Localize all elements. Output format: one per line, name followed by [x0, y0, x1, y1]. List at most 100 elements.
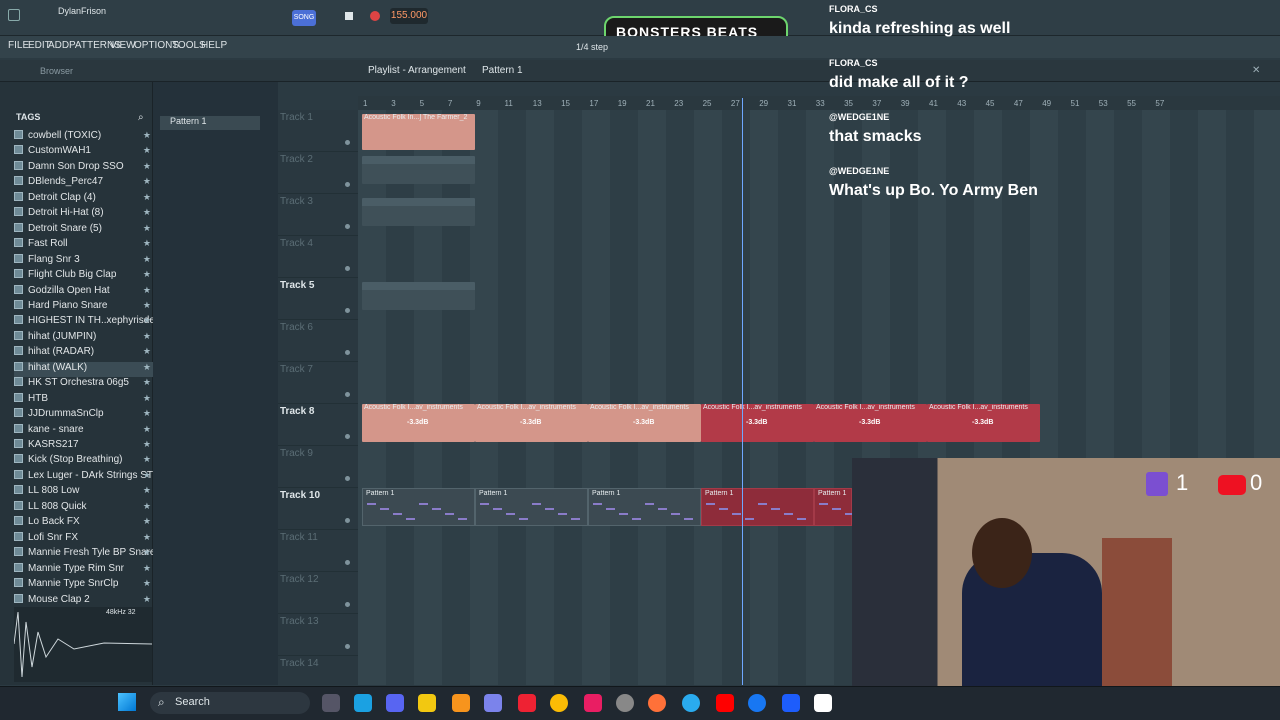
star-icon[interactable]: ★	[143, 285, 151, 296]
clip-track8[interactable]: Acoustic Folk I...av_instruments -3.3dB	[701, 404, 814, 442]
browser-item[interactable]: Mannie Fresh Tyle BP Snare ★	[14, 547, 154, 562]
star-icon[interactable]: ★	[143, 454, 151, 465]
clip-track5[interactable]: Acoustic Folk In...r_2.wav_vocals	[362, 282, 475, 310]
track-header[interactable]: Track 11	[278, 530, 358, 572]
chrome-icon[interactable]	[550, 694, 568, 712]
browser-item[interactable]: Fast Roll ★	[14, 238, 154, 253]
star-icon[interactable]: ★	[143, 393, 151, 404]
star-icon[interactable]: ★	[143, 408, 151, 419]
mute-led-icon[interactable]	[345, 476, 350, 481]
clip-track8[interactable]: Acoustic Folk I...av_instruments -3.3dB	[588, 404, 701, 442]
browser-item[interactable]: LL 808 Quick ★	[14, 500, 154, 516]
star-icon[interactable]: ★	[143, 207, 151, 218]
track-header[interactable]: Track 9	[278, 446, 358, 488]
fl-studio-icon[interactable]	[452, 694, 470, 712]
taskbar-search[interactable]: ⌕ Search	[150, 692, 310, 714]
track-header[interactable]: Track 3	[278, 194, 358, 236]
browser-item[interactable]: Detroit Hi-Hat (8) ★	[14, 207, 154, 222]
track-header[interactable]: Track 5	[278, 278, 358, 320]
browser-item[interactable]: Detroit Snare (5) ★	[14, 222, 154, 238]
mute-led-icon[interactable]	[345, 266, 350, 271]
browser-item[interactable]: Lo Back FX ★	[14, 516, 154, 531]
star-icon[interactable]: ★	[143, 176, 151, 187]
telegram-icon[interactable]	[682, 694, 700, 712]
app-icon[interactable]	[518, 694, 536, 712]
star-icon[interactable]: ★	[143, 501, 151, 512]
browser-item[interactable]: LL 808 Low ★	[14, 485, 154, 500]
menu-help[interactable]: HELP	[201, 40, 227, 51]
mute-led-icon[interactable]	[345, 518, 350, 523]
task-view-icon[interactable]	[322, 694, 340, 712]
star-icon[interactable]: ★	[143, 516, 151, 527]
capcut-icon[interactable]	[814, 694, 832, 712]
mute-led-icon[interactable]	[345, 392, 350, 397]
browser-item[interactable]: Mannie Type SnrClp ★	[14, 578, 154, 593]
clip-track10[interactable]: Pattern 1	[362, 488, 475, 526]
star-icon[interactable]: ★	[143, 346, 151, 357]
star-icon[interactable]: ★	[143, 130, 151, 141]
track-header[interactable]: Track 12	[278, 572, 358, 614]
star-icon[interactable]: ★	[143, 192, 151, 203]
browser-item[interactable]: HTB ★	[14, 392, 154, 408]
star-icon[interactable]: ★	[143, 161, 151, 172]
mute-led-icon[interactable]	[345, 224, 350, 229]
star-icon[interactable]: ★	[143, 362, 151, 373]
clip-track8[interactable]: Acoustic Folk I...av_instruments -3.3dB	[927, 404, 1040, 442]
tempo-display[interactable]: 155.000	[390, 8, 428, 24]
browser-item[interactable]: kane - snare ★	[14, 423, 154, 439]
browser-item[interactable]: cowbell (TOXIC) ★	[14, 130, 154, 145]
track-header[interactable]: Track 8	[278, 404, 358, 446]
menu-add[interactable]: ADD	[48, 40, 69, 51]
star-icon[interactable]: ★	[143, 331, 151, 342]
discord-icon[interactable]	[386, 694, 404, 712]
folder-icon[interactable]	[418, 694, 436, 712]
star-icon[interactable]: ★	[143, 254, 151, 265]
mute-led-icon[interactable]	[345, 182, 350, 187]
facebook-icon[interactable]	[748, 694, 766, 712]
edge-icon[interactable]	[354, 694, 372, 712]
star-icon[interactable]: ★	[143, 315, 151, 326]
clip-track8[interactable]: Acoustic Folk I...av_instruments -3.3dB	[475, 404, 588, 442]
browser-item[interactable]: Lex Luger - DArk Strings STC ★	[14, 469, 154, 485]
browser-item[interactable]: Detroit Clap (4) ★	[14, 191, 154, 207]
star-icon[interactable]: ★	[143, 238, 151, 249]
browser-item[interactable]: hihat (RADAR) ★	[14, 346, 154, 361]
mute-led-icon[interactable]	[345, 140, 350, 145]
star-icon[interactable]: ★	[143, 439, 151, 450]
star-icon[interactable]: ★	[143, 485, 151, 496]
app-icon-2[interactable]	[584, 694, 602, 712]
track-header[interactable]: Track 4	[278, 236, 358, 278]
star-icon[interactable]: ★	[143, 547, 151, 558]
clip-track10[interactable]: Pattern 1	[814, 488, 919, 526]
browser-item[interactable]: Godzilla Open Hat ★	[14, 284, 154, 300]
clip-track1[interactable]: Acoustic Folk In...] The Farmer_2	[362, 114, 475, 150]
snap-selector[interactable]: 1/4 step	[576, 42, 608, 52]
mute-led-icon[interactable]	[345, 350, 350, 355]
track-header[interactable]: Track 2	[278, 152, 358, 194]
browser-item[interactable]: JJDrummaSnClp ★	[14, 408, 154, 423]
track-header[interactable]: Track 7	[278, 362, 358, 404]
clip-track10[interactable]: Pattern 1	[588, 488, 701, 526]
playhead[interactable]	[742, 98, 743, 685]
browser-item[interactable]: Kick (Stop Breathing) ★	[14, 454, 154, 469]
browser-item[interactable]: Mannie Type Rim Snr ★	[14, 562, 154, 578]
star-icon[interactable]: ★	[143, 145, 151, 156]
track-header[interactable]: Track 6	[278, 320, 358, 362]
browser-item[interactable]: DBlends_Perc47 ★	[14, 176, 154, 191]
clip-track3[interactable]: Acoustic Folk In...er_2.wav_bass	[362, 198, 475, 226]
record-button[interactable]	[370, 11, 380, 21]
star-icon[interactable]: ★	[143, 377, 151, 388]
star-icon[interactable]: ★	[143, 594, 151, 605]
mute-led-icon[interactable]	[345, 560, 350, 565]
pattern-picker-item[interactable]: Pattern 1	[160, 116, 260, 130]
clip-track10[interactable]: Pattern 1	[701, 488, 814, 526]
track-header[interactable]: Track 13	[278, 614, 358, 656]
track-header[interactable]: Track 10	[278, 488, 358, 530]
star-icon[interactable]: ★	[143, 269, 151, 280]
browser-item[interactable]: Lofi Snr FX ★	[14, 531, 154, 547]
browser-item[interactable]: Flang Snr 3 ★	[14, 253, 154, 269]
track-header[interactable]: Track 1	[278, 110, 358, 152]
browser-item[interactable]: HK ST Orchestra 06g5 ★	[14, 377, 154, 392]
star-icon[interactable]: ★	[143, 578, 151, 589]
star-icon[interactable]: ★	[143, 424, 151, 435]
